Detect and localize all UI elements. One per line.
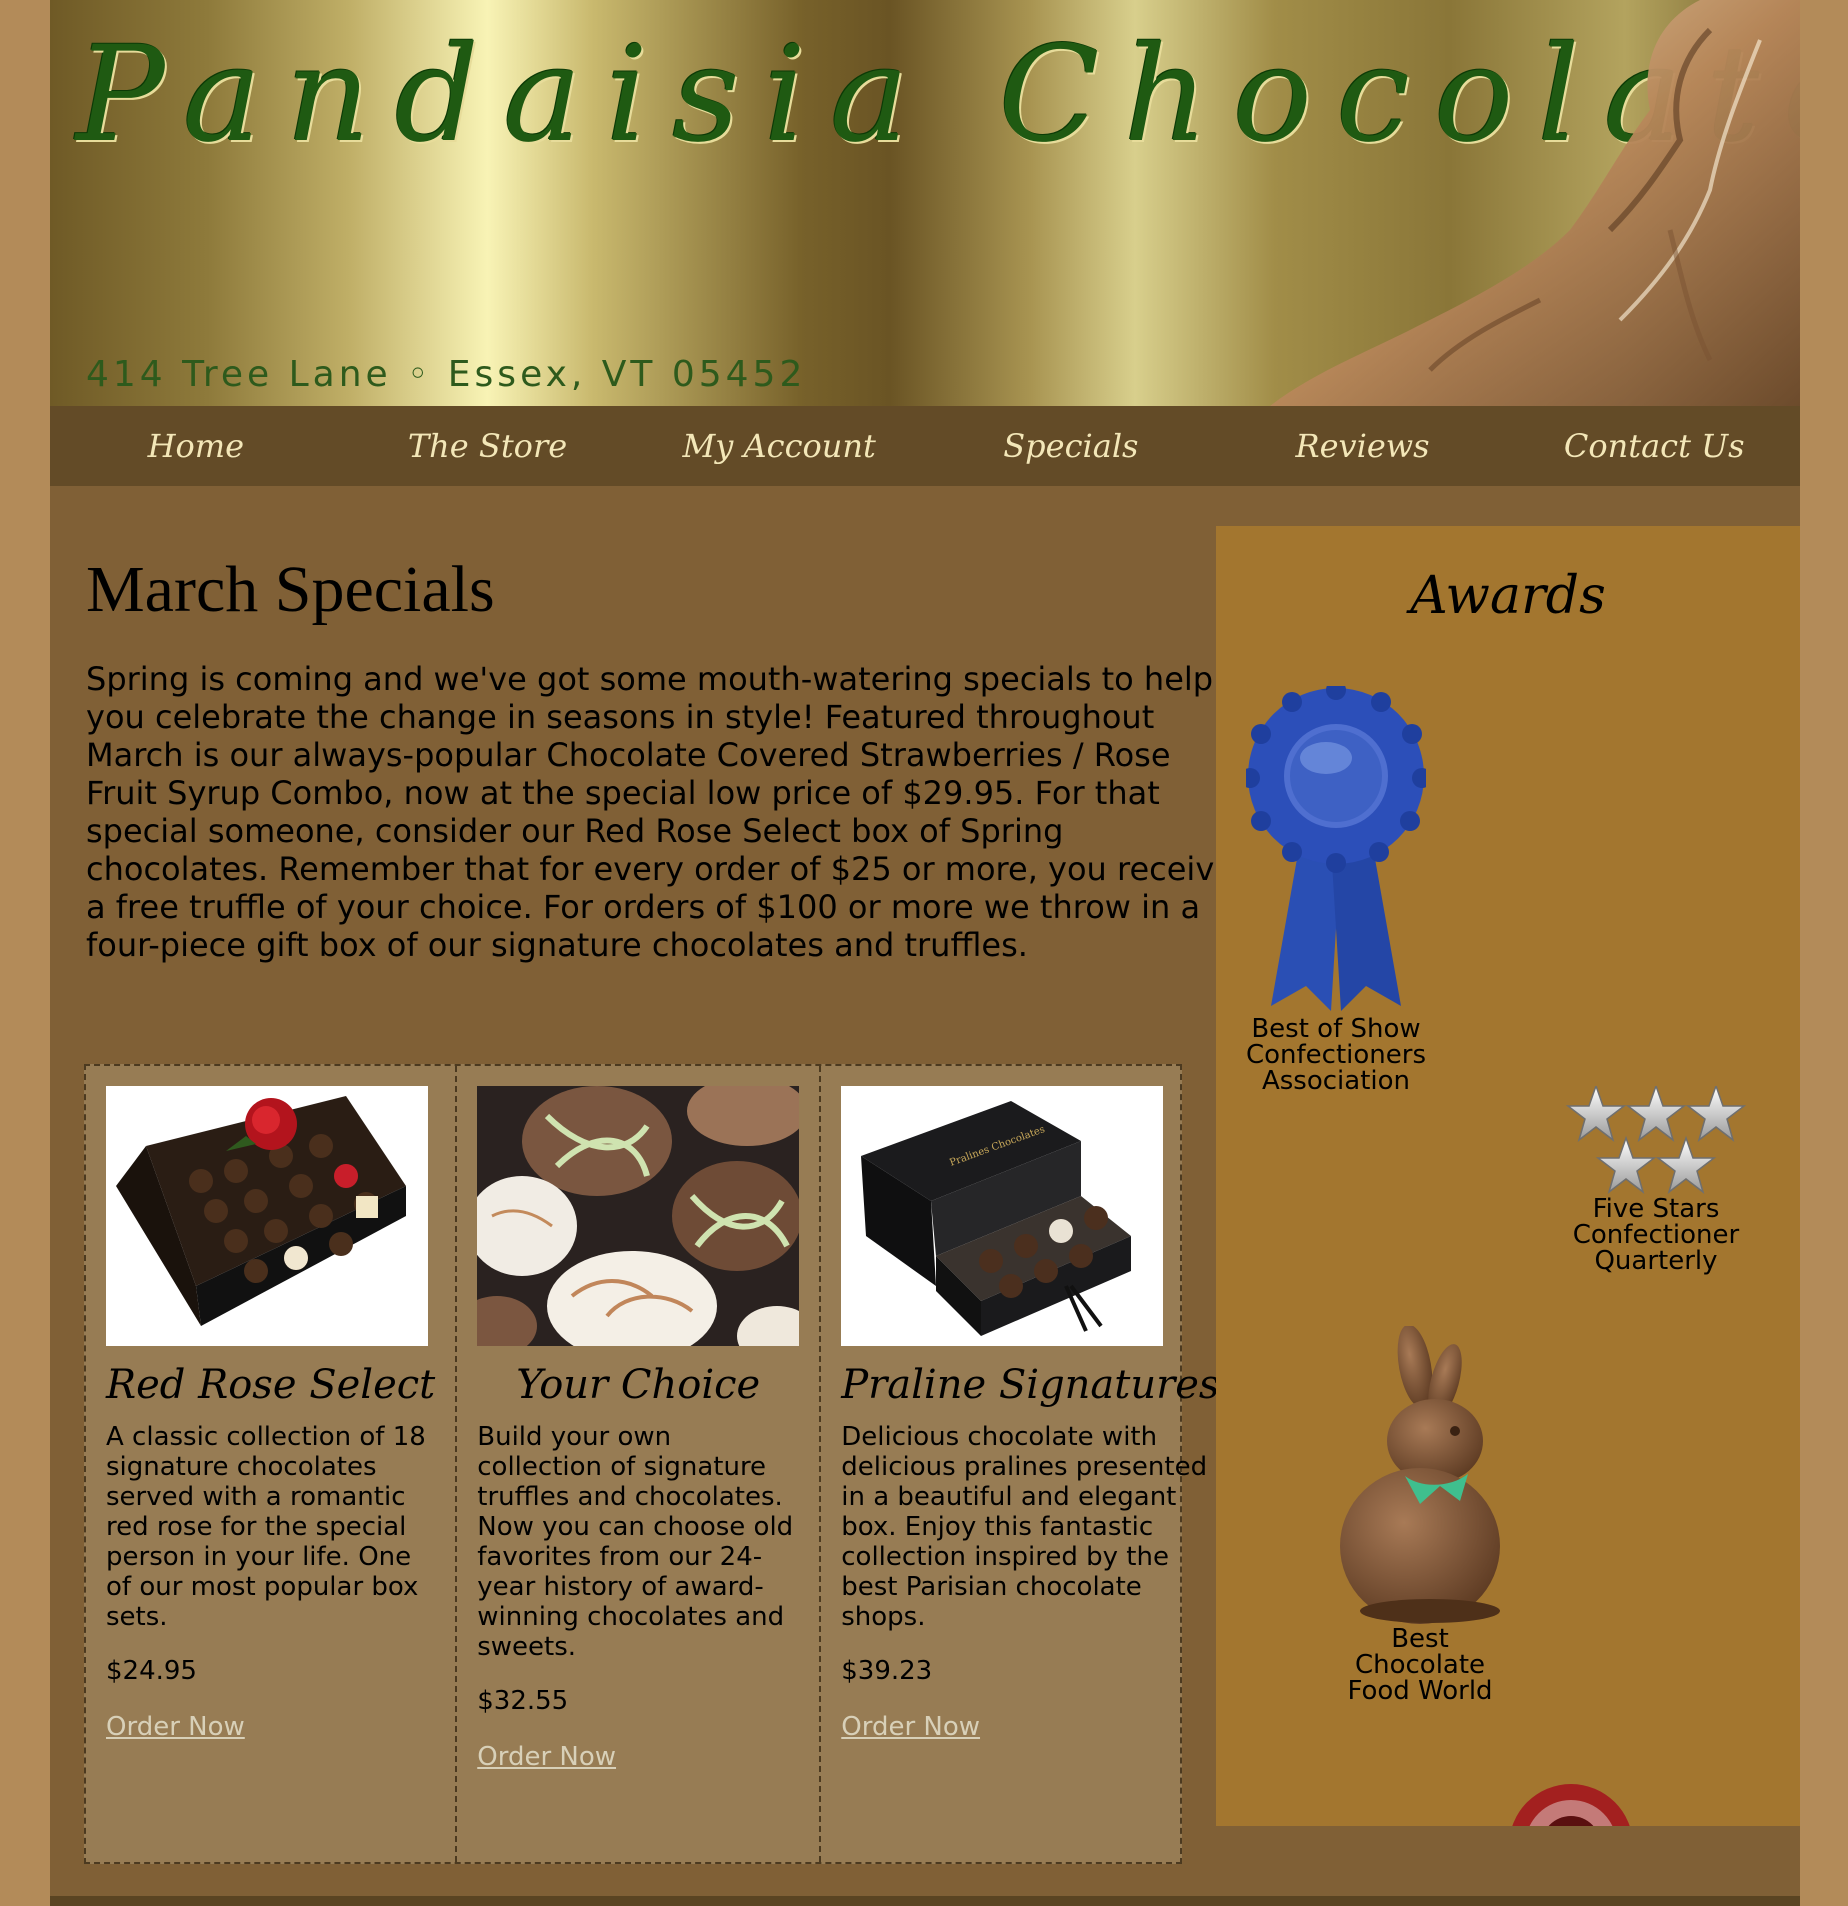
order-now-link[interactable]: Order Now	[841, 1712, 980, 1742]
product-grid: Red Rose Select A classic collection of …	[84, 1064, 1219, 1864]
intro-paragraph: Spring is coming and we've got some mout…	[86, 660, 1234, 964]
award-caption: Five Stars Confectioner Quarterly	[1572, 1194, 1740, 1276]
product-card: Your Choice Build your own collection of…	[457, 1066, 822, 1862]
store-address: 414 Tree Lane ◦ Essex, VT 05452	[86, 354, 807, 395]
product-card: Red Rose Select A classic collection of …	[86, 1066, 458, 1862]
nav-contact-us[interactable]: Contact Us	[1508, 427, 1800, 465]
order-now-link[interactable]: Order Now	[477, 1742, 616, 1772]
award-best-of-show: Best of Show Confectioners Association	[1236, 686, 1436, 1094]
product-card: Pralines Chocolates Praline Signatures D…	[821, 1066, 1239, 1862]
nav-my-account[interactable]: My Account	[633, 427, 925, 465]
nav-home[interactable]: Home	[50, 427, 342, 465]
chocolate-bunny-icon	[1340, 1326, 1500, 1624]
product-title: Praline Signatures	[841, 1362, 1220, 1408]
product-description: Delicious chocolate with delicious prali…	[841, 1422, 1208, 1632]
blue-ribbon-icon	[1246, 686, 1426, 1011]
nav-the-store[interactable]: The Store	[342, 427, 634, 465]
nav-reviews[interactable]: Reviews	[1217, 427, 1509, 465]
award-seal-icon	[1512, 1784, 1630, 1826]
product-title: Your Choice	[516, 1362, 761, 1408]
awards-title: Awards	[1410, 566, 1606, 626]
product-description: Build your own collection of signature t…	[477, 1422, 794, 1662]
award-caption: Best of Show Confectioners Association	[1245, 1014, 1427, 1096]
award-caption: Best Chocolate Food World	[1347, 1624, 1493, 1706]
site-header: Pandaisia Chocolates 414 Tree Lane ◦ Ess…	[50, 0, 1800, 406]
award-best-chocolate: Best Chocolate Food World	[1320, 1326, 1520, 1704]
footer-strip	[50, 1896, 1800, 1906]
page: Pandaisia Chocolates 414 Tree Lane ◦ Ess…	[50, 0, 1800, 1906]
product-title: Red Rose Select	[106, 1362, 436, 1408]
order-now-link[interactable]: Order Now	[106, 1712, 245, 1742]
statue-image	[1270, 0, 1800, 406]
awards-sidebar: Awards Best of Show Confectioners Associ…	[1216, 526, 1800, 1826]
product-description: A classic collection of 18 signature cho…	[106, 1422, 426, 1632]
product-price: $39.23	[841, 1656, 933, 1686]
main-navigation: Home The Store My Account Specials Revie…	[50, 406, 1800, 486]
nav-specials[interactable]: Specials	[925, 427, 1217, 465]
your-choice-image[interactable]	[477, 1086, 800, 1346]
page-title: March Specials	[86, 553, 495, 626]
award-five-stars: Five Stars Confectioner Quarterly	[1556, 1086, 1756, 1274]
product-price: $24.95	[106, 1656, 197, 1686]
product-price: $32.55	[477, 1686, 569, 1716]
five-stars-icon	[1567, 1086, 1745, 1193]
red-rose-select-image[interactable]	[106, 1086, 428, 1346]
praline-signatures-image[interactable]: Pralines Chocolates	[841, 1086, 1164, 1346]
